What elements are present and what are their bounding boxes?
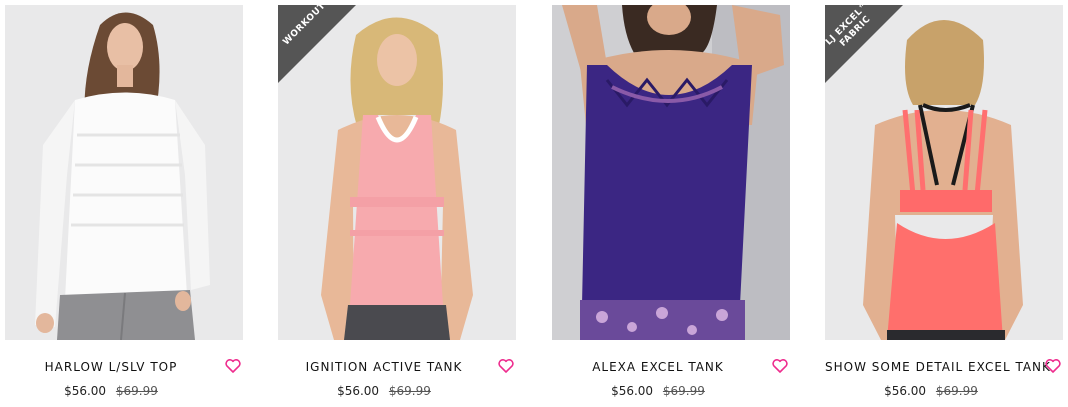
sale-price: $56.00 [884, 384, 927, 398]
original-price: $69.99 [935, 384, 978, 398]
product-image[interactable]: LJ EXCEL™ FABRIC [825, 5, 1063, 340]
heart-outline-icon[interactable] [1045, 359, 1061, 373]
product-card: LJ EXCEL™ FABRIC SHOW SOME DETAIL EXCEL … [820, 0, 1068, 407]
product-image[interactable] [5, 5, 243, 340]
sale-price: $56.00 [337, 384, 380, 398]
workout-badge: WORKOUT [278, 5, 356, 83]
product-name[interactable]: ALEXA EXCEL TANK [552, 360, 764, 374]
sale-price: $56.00 [611, 384, 654, 398]
product-prices: $56.00 $69.99 [5, 384, 217, 398]
product-name[interactable]: SHOW SOME DETAIL EXCEL TANK [825, 360, 1050, 374]
heart-outline-icon[interactable] [225, 359, 241, 373]
product-prices: $56.00 $69.99 [552, 384, 764, 398]
sale-price: $56.00 [64, 384, 107, 398]
product-grid: HARLOW L/SLV TOP $56.00 $69.99 WORKOUT I… [0, 0, 1068, 407]
product-card: WORKOUT IGNITION ACTIVE TANK $56.00 $69.… [273, 0, 543, 407]
product-photo-white-top [5, 5, 243, 340]
product-image[interactable] [552, 5, 790, 340]
product-name[interactable]: IGNITION ACTIVE TANK [278, 360, 490, 374]
original-price: $69.99 [388, 384, 431, 398]
product-prices: $56.00 $69.99 [825, 384, 1037, 398]
product-image[interactable]: WORKOUT [278, 5, 516, 340]
original-price: $69.99 [662, 384, 705, 398]
lj-excel-fabric-badge: LJ EXCEL™ FABRIC [825, 5, 903, 83]
product-photo-navy-tank [552, 5, 790, 340]
heart-outline-icon[interactable] [772, 359, 788, 373]
product-card: HARLOW L/SLV TOP $56.00 $69.99 [0, 0, 270, 407]
product-card: ALEXA EXCEL TANK $56.00 $69.99 [547, 0, 817, 407]
original-price: $69.99 [115, 384, 158, 398]
product-name[interactable]: HARLOW L/SLV TOP [5, 360, 217, 374]
heart-outline-icon[interactable] [498, 359, 514, 373]
product-prices: $56.00 $69.99 [278, 384, 490, 398]
